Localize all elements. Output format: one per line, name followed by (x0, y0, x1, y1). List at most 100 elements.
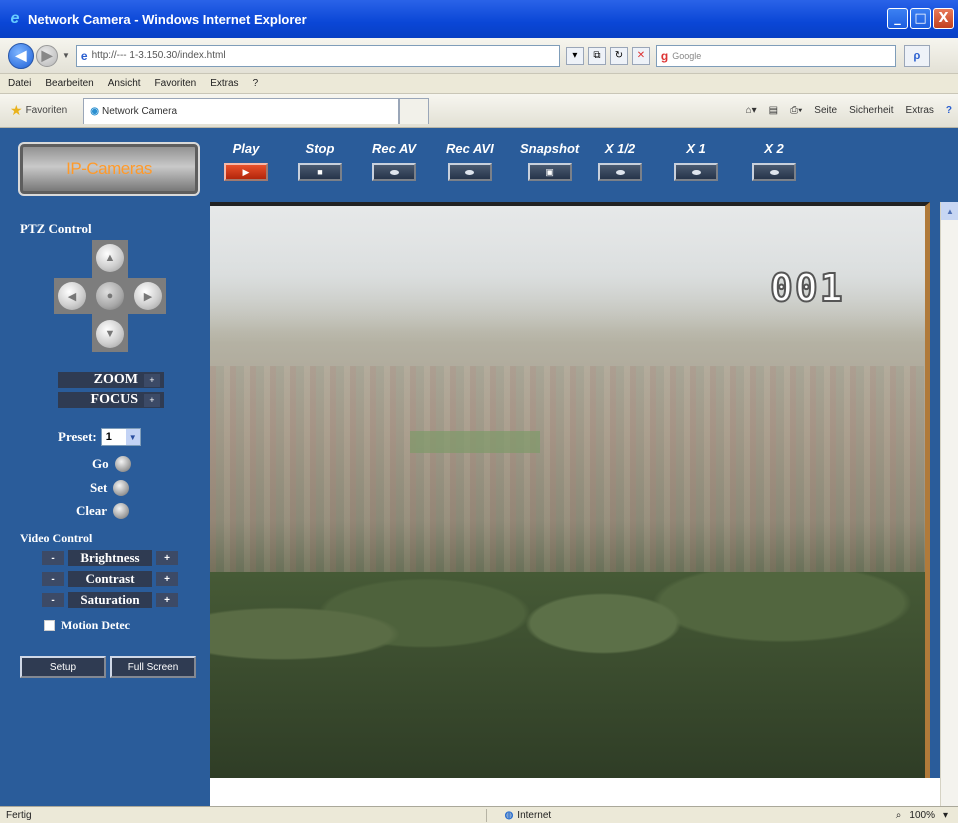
zoom-2-label: X 2 (764, 141, 784, 156)
zoom-1-control: X 1 (674, 141, 718, 181)
rec-avi-button[interactable] (447, 163, 492, 181)
rec-av-control: Rec AV (372, 141, 416, 181)
brightness-minus-button[interactable]: - (42, 551, 64, 565)
preset-go: Go (92, 456, 131, 472)
tab-page-icon: ◉ (90, 105, 99, 117)
minimize-button[interactable]: _ (887, 8, 908, 29)
home-icon[interactable]: ⌂▾ (746, 105, 757, 116)
help-icon[interactable]: ? (946, 105, 952, 116)
history-dropdown-icon[interactable]: ▼ (62, 51, 70, 60)
menu-favorites[interactable]: Favoriten (155, 78, 197, 89)
zoom-half-label: X 1/2 (604, 141, 636, 156)
search-go-button[interactable]: ρ (903, 44, 930, 67)
video-feed[interactable]: 001 (210, 202, 930, 778)
video-town (210, 366, 925, 584)
setup-button[interactable]: Setup (20, 656, 106, 678)
zoom-dropdown-icon: ▾ (942, 809, 948, 821)
saturation-minus-button[interactable]: - (42, 593, 64, 607)
snapshot-button[interactable]: ▣ (527, 163, 572, 181)
contrast-plus-button[interactable]: + (156, 572, 178, 586)
motion-detect-row: Motion Detec (44, 618, 130, 633)
status-text: Fertig (6, 809, 32, 821)
search-placeholder: Google (672, 50, 702, 61)
rec-avi-icon (465, 169, 475, 175)
address-field[interactable]: e http://--- 1-3.150.30/index.html (75, 44, 560, 67)
stop-control: Stop ■ (298, 141, 342, 181)
preset-go-button[interactable] (114, 456, 131, 472)
preset-row: Preset: 1 ▼ (58, 428, 141, 446)
zoom-half-button[interactable] (598, 163, 642, 181)
menu-file[interactable]: Datei (8, 78, 31, 89)
compat-icon[interactable]: ⧉ (587, 46, 606, 65)
focus-plus-button[interactable]: + (144, 393, 160, 407)
ptz-right-button[interactable]: ▶ (134, 282, 162, 310)
preset-clear-button[interactable] (113, 503, 130, 519)
address-dropdown-icon[interactable]: ▾ (565, 46, 584, 65)
motion-detect-checkbox[interactable] (44, 620, 55, 631)
security-zone: ◍ Internet (472, 808, 551, 822)
google-icon: g (660, 48, 669, 63)
vertical-scrollbar[interactable]: ▲ (940, 202, 958, 806)
saturation-plus-button[interactable]: + (156, 593, 178, 607)
scroll-up-icon[interactable]: ▲ (941, 202, 958, 220)
contrast-row: - Contrast + (42, 571, 178, 587)
cmd-extras[interactable]: Extras (906, 105, 934, 116)
play-button[interactable]: ▶ (224, 163, 268, 181)
window-controls: _ □ X (887, 8, 954, 29)
snapshot-label: Snapshot (520, 141, 580, 156)
rec-avi-label: Rec AVI (446, 141, 494, 156)
preset-select[interactable]: 1 ▼ (100, 428, 141, 446)
rec-avi-control: Rec AVI (446, 141, 494, 181)
preset-go-label: Go (92, 456, 109, 471)
browser-tab[interactable]: ◉ Network Camera (83, 97, 400, 124)
zoom-control[interactable]: ⌕ 100% ▾ (896, 810, 958, 821)
close-button[interactable]: X (933, 8, 954, 29)
preset-set-button[interactable] (113, 480, 130, 496)
back-button[interactable]: ◀ (8, 42, 34, 69)
chevron-down-icon: ▼ (125, 429, 140, 445)
rec-av-icon (389, 169, 399, 175)
ptz-down-button[interactable]: ▼ (96, 320, 124, 348)
print-icon[interactable]: ⎙▾ (790, 105, 802, 116)
status-bar: Fertig ◍ Internet ⌕ 100% ▾ (0, 806, 958, 823)
new-tab-button[interactable] (399, 97, 430, 124)
refresh-icon[interactable]: ↻ (609, 46, 628, 65)
address-url: http://--- 1-3.150.30/index.html (91, 50, 226, 61)
zoom-label: ZOOM (93, 372, 138, 387)
logo-text: IP-Cameras (66, 159, 152, 178)
menu-extras[interactable]: Extras (210, 78, 238, 89)
full-screen-button[interactable]: Full Screen (110, 656, 196, 678)
logo: IP-Cameras (18, 142, 200, 196)
rec-av-button[interactable] (372, 163, 417, 181)
preset-set: Set (90, 480, 130, 496)
brightness-plus-button[interactable]: + (156, 551, 178, 565)
feeds-icon[interactable]: ▤ (769, 105, 778, 116)
search-input[interactable]: g Google (655, 44, 896, 67)
page-whitespace (210, 778, 940, 806)
maximize-button[interactable]: □ (910, 8, 931, 29)
zoom-1-label: X 1 (686, 141, 706, 156)
contrast-minus-button[interactable]: - (42, 572, 64, 586)
zoom-plus-button[interactable]: + (144, 373, 160, 387)
preset-set-label: Set (90, 480, 108, 495)
menu-edit[interactable]: Bearbeiten (45, 78, 93, 89)
focus-label: FOCUS (90, 392, 138, 407)
rec-av-label: Rec AV (372, 141, 417, 156)
ptz-left-button[interactable]: ◀ (58, 282, 86, 310)
tab-label: Network Camera (101, 105, 178, 117)
menu-help[interactable]: ? (253, 78, 259, 89)
ptz-up-button[interactable]: ▲ (96, 244, 124, 272)
forward-button[interactable]: ▶ (36, 44, 58, 67)
stop-button[interactable]: ■ (298, 163, 342, 181)
zoom-2-button[interactable] (752, 163, 796, 181)
zoom-1-button[interactable] (674, 163, 718, 181)
saturation-label: Saturation (68, 592, 152, 608)
address-tools: ▾ ⧉ ↻ ✕ (565, 46, 650, 65)
cmd-security[interactable]: Sicherheit (849, 105, 893, 116)
ptz-home-button[interactable]: ● (96, 282, 124, 310)
favorites-star-icon[interactable]: ★ (10, 102, 23, 119)
favorites-label[interactable]: Favoriten (26, 105, 68, 116)
stop-icon[interactable]: ✕ (631, 46, 650, 65)
cmd-page[interactable]: Seite (814, 105, 837, 116)
menu-view[interactable]: Ansicht (108, 78, 141, 89)
